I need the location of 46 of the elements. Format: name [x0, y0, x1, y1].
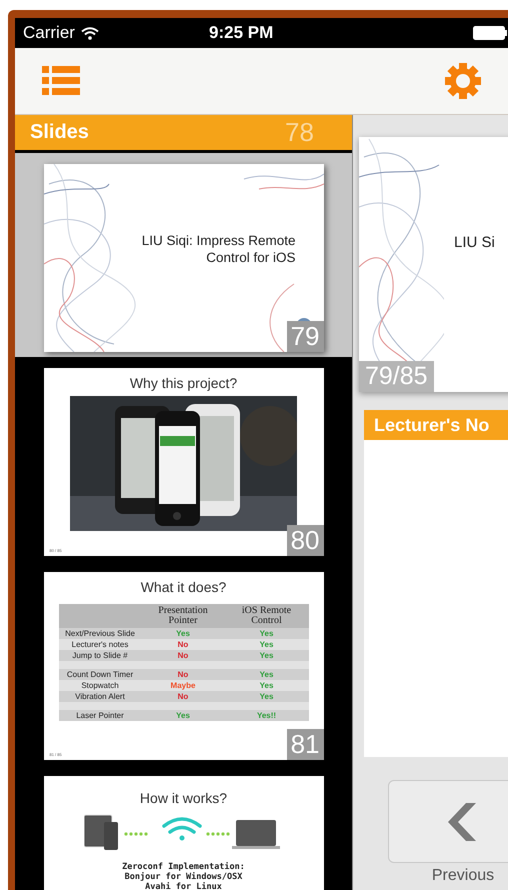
table-cell: Maybe	[142, 680, 224, 691]
table-cell: No	[142, 650, 224, 661]
table-cell: Laser Pointer	[58, 710, 142, 721]
header-title: Lecturer's No	[374, 414, 490, 436]
settings-icon[interactable]	[445, 63, 481, 99]
table-cell: Vibration Alert	[58, 691, 142, 702]
table-cell: Yes!!	[224, 710, 308, 721]
slide-title: LIU Si	[454, 234, 495, 251]
table-cell: Yes	[224, 680, 308, 691]
table-header: iOS Remote Control	[224, 604, 308, 628]
slide-counter: 79/85	[359, 361, 434, 392]
table-cell: Yes	[224, 639, 308, 650]
table-cell: Yes	[142, 628, 224, 639]
table-cell: Count Down Timer	[58, 669, 142, 680]
chevron-left-icon	[448, 802, 478, 840]
table-cell: No	[142, 669, 224, 680]
slide-text: Zeroconf Implementation: Bonjour for Windows/OSX Avahi for Linux	[122, 862, 245, 890]
table-cell: No	[142, 691, 224, 702]
slide-title: LIU Siqi: Impress Remote Control for iOS	[142, 232, 296, 266]
wifi-icon	[80, 26, 99, 40]
header-title: Slides	[30, 121, 89, 144]
table-cell: Next/Previous Slide	[58, 628, 142, 639]
slide-title: How it works?	[140, 790, 228, 806]
list-icon[interactable]	[42, 66, 80, 96]
carrier-label: Carrier	[23, 23, 75, 43]
slide-title: Why this project?	[130, 375, 238, 391]
table-cell: Yes	[224, 691, 308, 702]
table-cell: Stopwatch	[58, 680, 142, 691]
table-cell: Yes	[142, 710, 224, 721]
slide-title: What it does?	[140, 579, 226, 595]
slide-list-item[interactable]: LIU Siqi: Impress Remote Control for iOS 79	[15, 153, 352, 357]
table-cell: Jump to Slide #	[58, 650, 142, 661]
slide-number: 78	[285, 117, 314, 148]
table-cell: Yes	[224, 650, 308, 661]
slide-number: 79	[286, 321, 324, 352]
table-cell: No	[142, 639, 224, 650]
table-cell: Yes	[224, 669, 308, 680]
battery-icon	[473, 26, 508, 40]
table-cell: Lecturer's notes	[58, 639, 142, 650]
clock-time: 9:25 PM	[209, 23, 274, 43]
previous-label: Previous	[432, 867, 494, 885]
slide-number: 81	[286, 729, 324, 760]
slide-number: 80	[286, 525, 324, 556]
previous-button[interactable]	[388, 780, 508, 863]
table-header: Presentation Pointer	[142, 604, 224, 628]
table-cell: Yes	[224, 628, 308, 639]
